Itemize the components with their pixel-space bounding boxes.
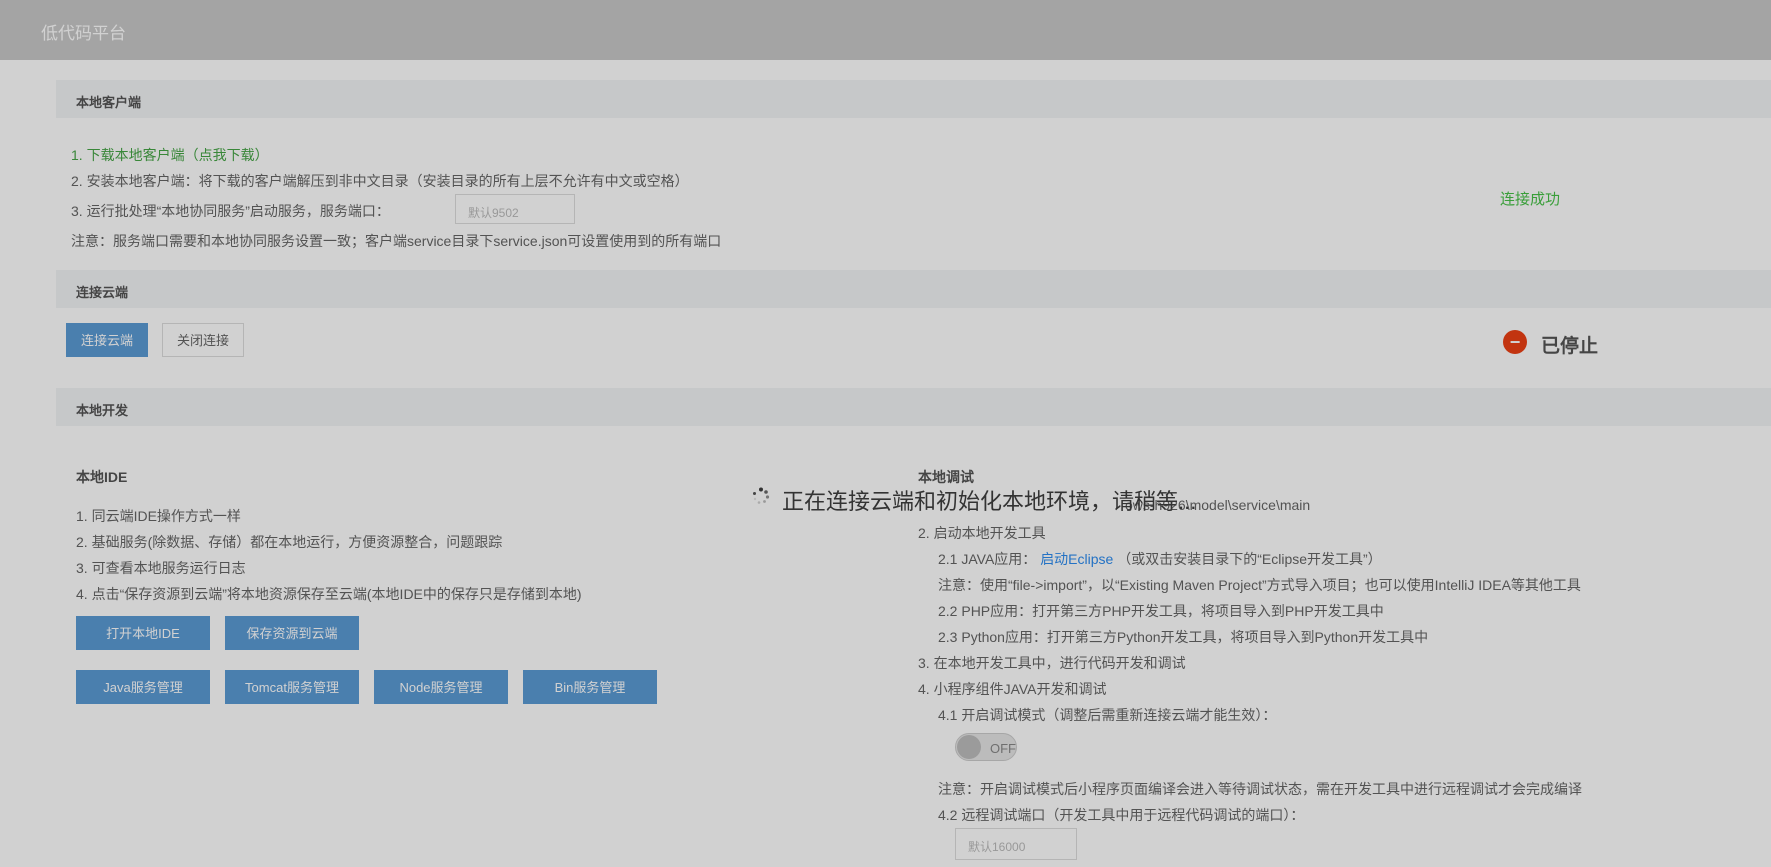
spinner-icon <box>753 487 770 504</box>
loading-message: 正在连接云端和初始化本地环境，请稍等... <box>782 489 1197 514</box>
loading-overlay <box>0 0 1771 867</box>
